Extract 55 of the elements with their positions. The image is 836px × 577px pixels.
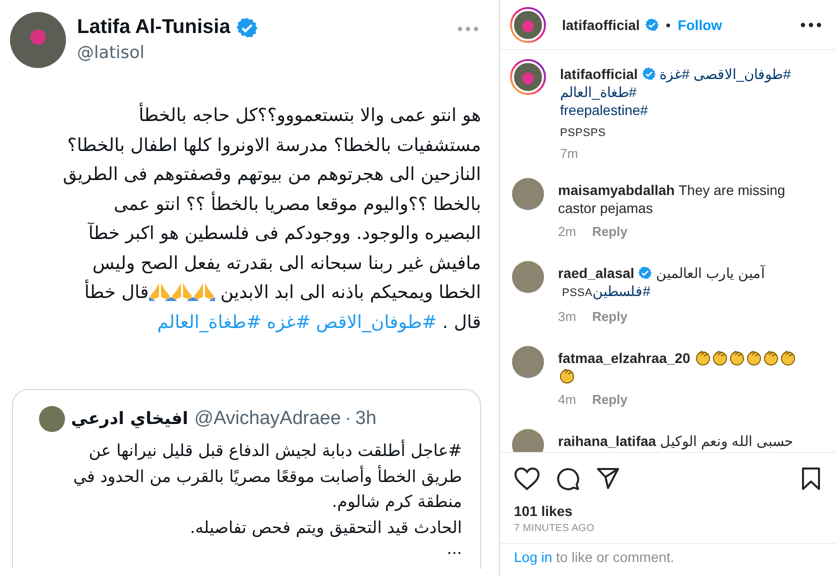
comment-icon[interactable] (556, 467, 580, 491)
username-link[interactable]: fatmaa_elzahraa_20 (558, 350, 690, 366)
praying-hands-icon (170, 281, 193, 301)
profile-avatar[interactable] (512, 429, 544, 452)
hashtag-link[interactable]: #طغاة_العالم (560, 84, 637, 100)
bookmark-icon[interactable] (800, 467, 822, 491)
author-name: Latifa Al-Tunisia (77, 16, 230, 39)
comment-text: آمين يارب العالمين (656, 265, 765, 281)
more-options-icon[interactable] (800, 22, 822, 28)
profile-avatar[interactable] (510, 6, 546, 42)
comment-text: They are missing (678, 182, 786, 198)
likes-count[interactable]: 101 likes (514, 503, 822, 519)
comment-time: 2m (558, 224, 576, 239)
quoted-tweet-text: #عاجل أطلقت دبابة لجيش الدفاع قبل قليل نيرانها عن طريق الخطأ وأصابت موقعًا مصريًا بالقرب من الحدود في منطقة كرم شالوم. الحادث قيد التحقيق ويتم فحص تفاصيله. (72, 438, 462, 539)
username-link[interactable]: latifaofficial (562, 16, 640, 32)
praying-hands-icon (192, 281, 215, 301)
username-link[interactable]: raihana_latifaa (558, 433, 656, 449)
hashtag-link[interactable]: #فلسطين (592, 283, 650, 299)
username-link[interactable]: latifaofficial (560, 66, 638, 82)
comment-text: حسبى الله ونعم الوكيل (660, 433, 794, 449)
author-handle: @AvichayAdraee (194, 408, 341, 430)
clapping-hands-icon (745, 349, 762, 366)
ellipsis-text: ... (446, 540, 462, 558)
separator-dot: · (344, 408, 352, 430)
hashtag-link[interactable]: freepalestine# (560, 102, 648, 118)
note-text: PSPSPS (560, 127, 607, 139)
comment-time: 3m (558, 309, 576, 324)
login-prompt: Log in to like or comment. (500, 543, 836, 565)
author-name: افيخاي ادرعي (71, 409, 188, 429)
praying-hands-icon (148, 281, 171, 301)
comment-time: 4m (558, 392, 576, 407)
username-link[interactable]: raed_alasal (558, 265, 634, 281)
profile-avatar[interactable] (512, 178, 544, 210)
profile-avatar[interactable] (510, 59, 546, 95)
post-time: 7 MINUTES AGO (514, 523, 596, 534)
note-text: PSSA (562, 287, 593, 299)
clapping-hands-icon (711, 349, 728, 366)
clapping-hands-icon (762, 349, 780, 366)
author-handle: @latisol (77, 43, 146, 63)
clapping-hands-icon (694, 349, 712, 366)
username-link[interactable]: maisamyabdallah (558, 182, 675, 198)
clapping-hands-icon (728, 349, 746, 366)
hashtag-link[interactable]: #طوفان_الاقصى #غزة (660, 66, 791, 82)
heart-icon[interactable] (514, 467, 540, 491)
comment-time: 7m (560, 146, 578, 161)
send-icon[interactable] (596, 467, 620, 491)
profile-avatar[interactable] (512, 261, 544, 293)
separator-dot: • (666, 16, 671, 32)
clapping-hands-icon (558, 367, 575, 384)
post-time: 3h (355, 408, 376, 430)
comment-text: castor pejamas (558, 200, 653, 216)
profile-avatar[interactable] (512, 346, 544, 378)
profile-photo (39, 406, 65, 432)
tweet-text: هو انتو عمى والا بتستعمووو؟؟كل حاجه بالخطأ مستشفيات بالخطا؟ مدرسة الاونروا كلها اطفال بالخطا؟ النازحين الى هجرتوهم من بيوتهم وقصفتوهم فى الطريق بالخطا ؟؟واليوم موقعا مصريا بالخطأ ؟؟ انتو عمى البصيره والوجود. ووجودكم فى فلسطين هو اكبر خطآ مافيش غير ربنا سبحانه الى بقدرته يفعل الصح وليس الخطا ويمحيكم باذنه الى ابد الابدين قال خطأ قال . #طوفان_الاقص #غزه #طغاة_العالم (0, 68, 499, 337)
clapping-hands-icon (779, 349, 796, 366)
